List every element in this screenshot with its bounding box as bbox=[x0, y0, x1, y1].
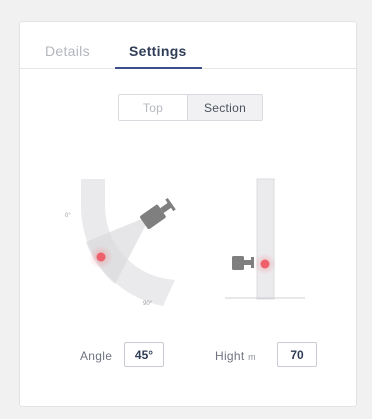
marker-icon[interactable] bbox=[260, 259, 270, 269]
height-unit: m bbox=[248, 352, 256, 362]
angle-input[interactable] bbox=[124, 342, 164, 367]
camera-icon bbox=[232, 256, 254, 270]
angle-label: Angle bbox=[80, 349, 113, 363]
height-label-text: Hight bbox=[215, 349, 245, 363]
height-pole bbox=[256, 178, 275, 300]
angle-end-label: 90° bbox=[143, 301, 153, 307]
height-input[interactable] bbox=[277, 342, 317, 367]
marker-icon[interactable] bbox=[96, 252, 106, 262]
settings-panel: Details Settings Top Section 0° 90° Angl… bbox=[19, 21, 357, 407]
height-label: Hight m bbox=[215, 349, 256, 363]
angle-start-label: 0° bbox=[65, 213, 71, 219]
